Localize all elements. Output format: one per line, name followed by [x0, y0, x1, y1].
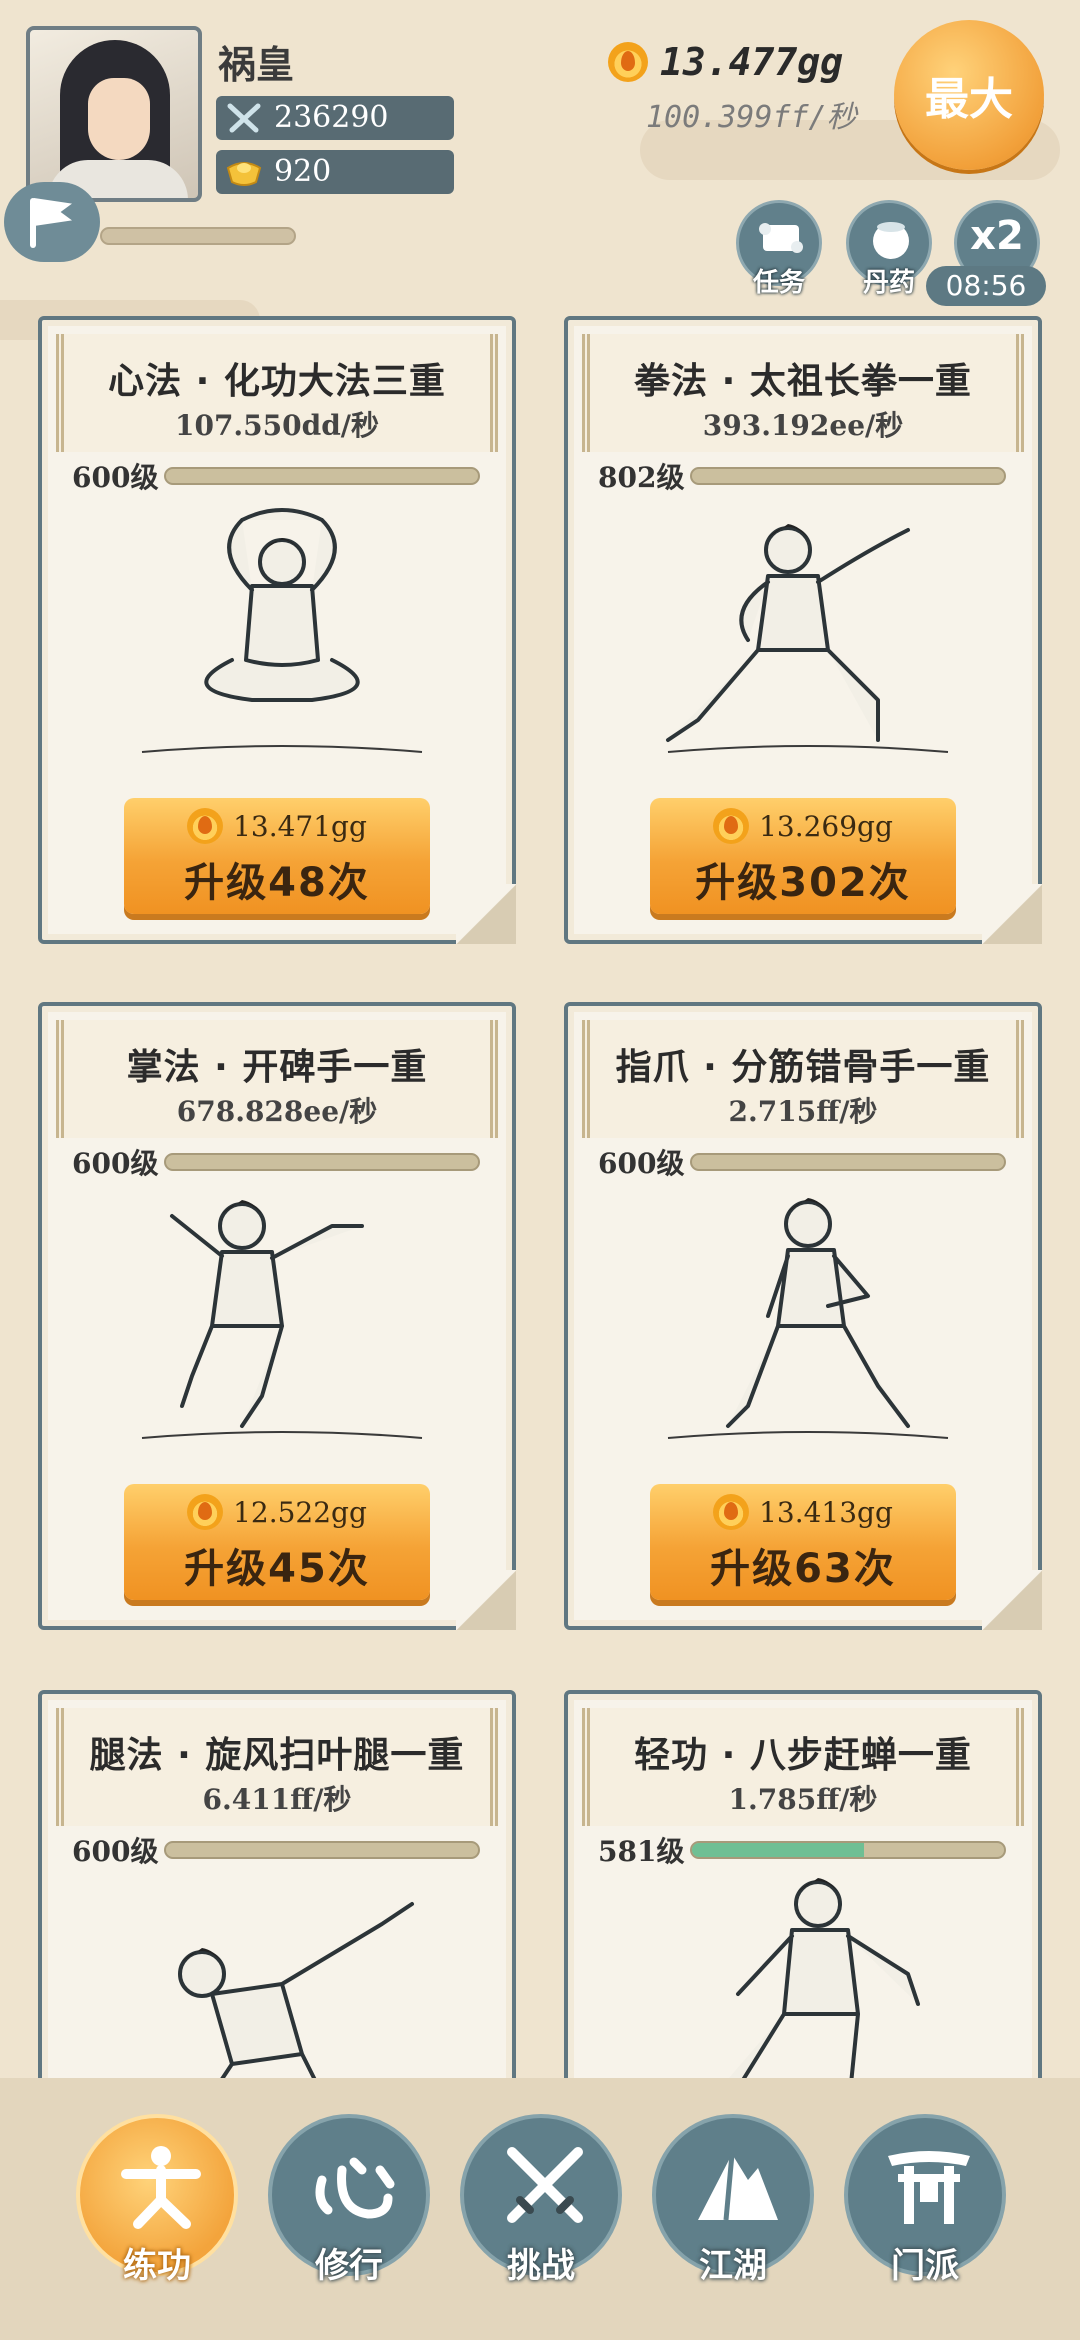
skill-name: 心法 · 化功大法三重 — [108, 361, 446, 402]
nav-label: 江湖 — [699, 2246, 767, 2286]
page-curl-decoration — [982, 884, 1042, 944]
upgrade-count-label: 升级45次 — [184, 1546, 370, 1592]
gold-flame-coin-icon — [713, 1494, 750, 1530]
gold-income-rate: 100.399ff/秒 — [646, 100, 857, 135]
upgrade-cost: 13.413gg — [650, 1494, 956, 1530]
skill-name: 轻功 · 八步赶蝉一重 — [634, 1735, 972, 1776]
experience-bar — [100, 227, 296, 245]
player-avatar[interactable] — [26, 26, 202, 202]
martial-figure-icon — [121, 2146, 201, 2229]
skill-name: 指爪 · 分筋错骨手一重 — [615, 1047, 991, 1088]
skill-card: 掌法 · 开碑手一重 678.828ee/秒 600级 12.522gg 升级4… — [38, 1002, 516, 1630]
upgrade-cost-value: 13.471gg — [233, 809, 367, 843]
upgrade-count-label: 升级63次 — [710, 1546, 896, 1592]
skill-card-header: 轻功 · 八步赶蝉一重 1.785ff/秒 — [582, 1708, 1024, 1826]
skill-income-rate: 678.828ee/秒 — [176, 1095, 378, 1128]
combat-power-value: 236290 — [274, 100, 389, 135]
skill-card: 指爪 · 分筋错骨手一重 2.715ff/秒 600级 13.413gg 升级6… — [564, 1002, 1042, 1630]
upgrade-cost: 12.522gg — [124, 1494, 430, 1530]
upgrade-cost-value: 13.413gg — [759, 1495, 893, 1529]
skill-income-rate: 393.192ee/秒 — [702, 409, 904, 442]
gold-flame-coin-icon — [187, 1494, 224, 1530]
crossed-swords-icon — [227, 103, 261, 133]
ingot-value: 920 — [274, 154, 332, 189]
gold-ingot-icon — [226, 162, 262, 186]
skill-name: 掌法 · 开碑手一重 — [126, 1047, 428, 1088]
player-name: 祸皇 — [218, 43, 295, 87]
nav-label: 门派 — [891, 2246, 959, 2286]
skill-card-header: 腿法 · 旋风扫叶腿一重 6.411ff/秒 — [56, 1708, 498, 1826]
upgrade-cost-value: 13.269gg — [759, 809, 893, 843]
nav-label: 练功 — [123, 2246, 191, 2286]
skill-card-header: 掌法 · 开碑手一重 678.828ee/秒 — [56, 1020, 498, 1138]
nav-sect[interactable]: 门派 — [844, 2114, 1006, 2286]
top-hud: 祸皇 236290 920 13.477gg 100.399ff/秒 最大 任务… — [0, 0, 1080, 306]
gate-icon — [888, 2151, 970, 2224]
martial-artist-illustration — [667, 1198, 949, 1439]
boost-label: x2 — [970, 213, 1024, 259]
gold-flame-coin-icon — [608, 42, 648, 82]
skill-name: 腿法 · 旋风扫叶腿一重 — [89, 1735, 465, 1776]
martial-artist-illustration — [141, 508, 423, 753]
bottom-navigation: 练功 修行 挑战 江湖 门派 — [0, 2078, 1080, 2340]
skill-card: 轻功 · 八步赶蝉一重 1.785ff/秒 581级 — [564, 1690, 1042, 2127]
pill-button[interactable]: 丹药 — [846, 200, 932, 298]
skill-name: 拳法 · 太祖长拳一重 — [634, 361, 972, 402]
nav-challenge[interactable]: 挑战 — [460, 2114, 622, 2286]
skill-card: 腿法 · 旋风扫叶腿一重 6.411ff/秒 600级 — [38, 1690, 516, 2136]
skill-level-bar — [690, 1153, 1006, 1171]
nav-jianghu[interactable]: 江湖 — [652, 2114, 814, 2286]
nav-training[interactable]: 练功 — [76, 2114, 238, 2286]
upgrade-button[interactable]: 12.522gg 升级45次 — [124, 1484, 430, 1600]
skill-card: 心法 · 化功大法三重 107.550dd/秒 600级 13.471gg 升级… — [38, 316, 516, 944]
ingot-balance: 920 — [216, 150, 454, 194]
martial-artist-illustration — [141, 1200, 423, 1439]
nav-label: 挑战 — [507, 2246, 575, 2286]
upgrade-button[interactable]: 13.269gg 升级302次 — [650, 798, 956, 914]
task-label: 任务 — [752, 268, 805, 298]
combat-power: 236290 — [216, 96, 454, 140]
upgrade-button[interactable]: 13.413gg 升级63次 — [650, 1484, 956, 1600]
gold-flame-coin-icon — [187, 808, 224, 844]
skill-level-bar — [164, 467, 480, 485]
page-curl-decoration — [982, 1570, 1042, 1630]
upgrade-cost-value: 12.522gg — [233, 1495, 367, 1529]
upgrade-button[interactable]: 13.471gg 升级48次 — [124, 798, 430, 914]
skill-income-rate: 1.785ff/秒 — [728, 1783, 878, 1816]
skill-card-header: 拳法 · 太祖长拳一重 393.192ee/秒 — [582, 334, 1024, 452]
gold-total: 13.477gg — [660, 40, 844, 84]
mountain-icon — [698, 2153, 778, 2221]
page-curl-decoration — [456, 1570, 516, 1630]
skill-income-rate: 2.715ff/秒 — [728, 1095, 878, 1128]
crossed-swords-icon — [507, 2147, 583, 2223]
upgrade-count-label: 升级48次 — [184, 860, 370, 906]
skill-level-bar — [690, 1841, 1006, 1859]
skill-level-bar — [164, 1841, 480, 1859]
pill-label: 丹药 — [862, 268, 915, 298]
gold-total-row: 13.477gg — [608, 36, 843, 88]
task-button[interactable]: 任务 — [736, 200, 822, 298]
elixir-icon — [873, 222, 909, 259]
skill-level-bar — [690, 467, 1006, 485]
gold-flame-coin-icon — [713, 808, 750, 844]
skill-income-rate: 107.550dd/秒 — [174, 409, 380, 442]
nav-label: 修行 — [315, 2246, 383, 2286]
nav-cultivation[interactable]: 修行 — [268, 2114, 430, 2286]
max-button[interactable]: 最大 — [894, 20, 1044, 170]
skill-income-rate: 6.411ff/秒 — [202, 1783, 352, 1816]
boost-timer: 08:56 — [926, 266, 1046, 306]
scroll-icon — [759, 223, 803, 253]
skill-card-header: 心法 · 化功大法三重 107.550dd/秒 — [56, 334, 498, 452]
heart-character-icon — [315, 2157, 395, 2219]
skill-card-header: 指爪 · 分筋错骨手一重 2.715ff/秒 — [582, 1020, 1024, 1138]
skill-card: 拳法 · 太祖长拳一重 393.192ee/秒 802级 13.269gg 升级… — [564, 316, 1042, 944]
page-curl-decoration — [456, 884, 516, 944]
skill-level-bar — [164, 1153, 480, 1171]
upgrade-cost: 13.471gg — [124, 808, 430, 844]
flag-button[interactable] — [4, 182, 100, 262]
martial-artist-illustration — [666, 524, 949, 753]
upgrade-count-label: 升级302次 — [695, 860, 911, 906]
upgrade-cost: 13.269gg — [650, 808, 956, 844]
